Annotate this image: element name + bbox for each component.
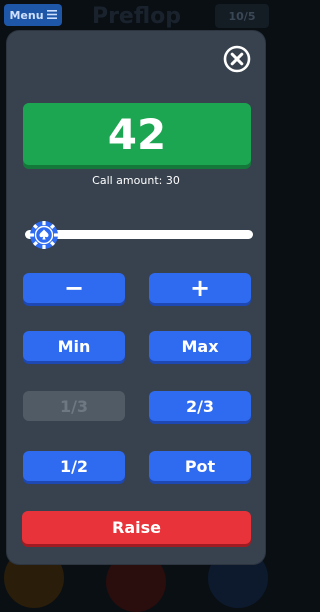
- menu-label: Menu: [9, 8, 44, 22]
- half-label: 1/2: [59, 456, 89, 476]
- half-pot-button[interactable]: 1/2: [23, 451, 125, 481]
- two-thirds-label: 2/3: [185, 396, 215, 416]
- max-button[interactable]: Max: [149, 331, 251, 361]
- amount-slider-track[interactable]: [25, 230, 253, 239]
- hamburger-icon: [46, 9, 57, 22]
- decrease-button[interactable]: −: [23, 273, 125, 303]
- minus-label: −: [63, 274, 85, 302]
- increase-button[interactable]: +: [149, 273, 251, 303]
- max-label: Max: [181, 336, 219, 356]
- plus-label: +: [189, 274, 211, 302]
- poker-chip-slider-handle[interactable]: [29, 220, 59, 250]
- raise-modal: 42 Call amount: 30 − + Min Max 1/3 2/3 1…: [7, 31, 265, 564]
- two-thirds-pot-button[interactable]: 2/3: [149, 391, 251, 421]
- call-amount-label: Call amount: 30: [92, 174, 180, 187]
- close-icon[interactable]: [223, 45, 251, 73]
- stage-title: Preflop: [91, 4, 182, 29]
- blinds-display: 10/5: [215, 4, 269, 28]
- raise-amount-display: 42: [23, 103, 251, 165]
- min-label: Min: [57, 336, 91, 356]
- raise-amount-value: 42: [107, 109, 167, 159]
- raise-button[interactable]: Raise: [22, 511, 251, 544]
- menu-button[interactable]: Menu: [4, 4, 62, 26]
- min-button[interactable]: Min: [23, 331, 125, 361]
- raise-label: Raise: [112, 518, 161, 537]
- top-bar: Menu Preflop 10/5: [0, 0, 273, 32]
- pot-button[interactable]: Pot: [149, 451, 251, 481]
- one-third-label: 1/3: [59, 396, 89, 416]
- pot-label: Pot: [184, 456, 216, 476]
- one-third-pot-button: 1/3: [23, 391, 125, 421]
